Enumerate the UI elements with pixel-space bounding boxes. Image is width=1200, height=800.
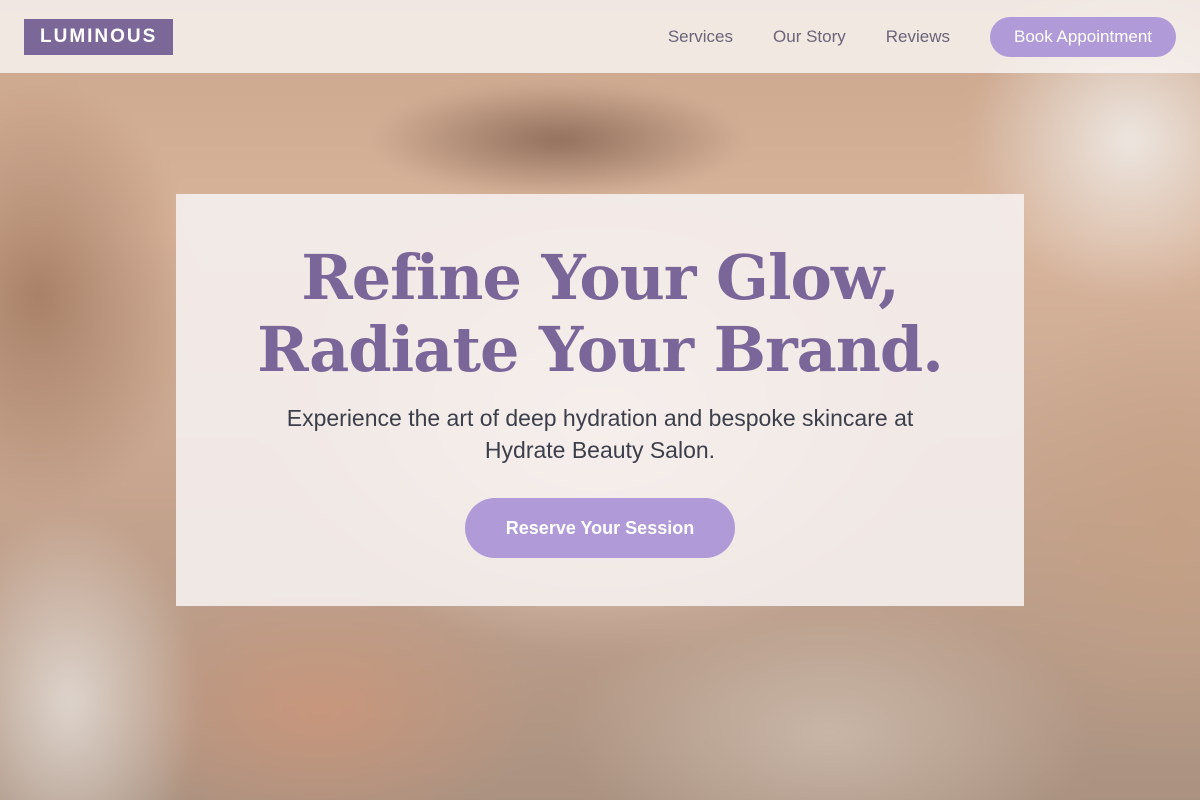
brand-logo[interactable]: LUMINOUS (24, 18, 174, 55)
site-header: LUMINOUS Services Our Story Reviews Book… (0, 0, 1200, 73)
hero-subtitle: Experience the art of deep hydration and… (236, 402, 964, 466)
reserve-session-button[interactable]: Reserve Your Session (465, 498, 735, 558)
hero-title-line-1: Refine Your Glow, (301, 241, 900, 314)
main-nav: Services Our Story Reviews Book Appointm… (668, 16, 1176, 57)
hero-title: Refine Your Glow, Radiate Your Brand. (176, 242, 1024, 386)
hero-subtitle-line-2: Hydrate Beauty Salon. (484, 437, 716, 463)
nav-link-reviews[interactable]: Reviews (886, 27, 950, 47)
hero-subtitle-line-1: Experience the art of deep hydration and… (286, 405, 914, 431)
hero-card: Refine Your Glow, Radiate Your Brand. Ex… (176, 194, 1024, 606)
nav-link-services[interactable]: Services (668, 27, 733, 47)
nav-link-our-story[interactable]: Our Story (773, 27, 846, 47)
hero-title-line-2: Radiate Your Brand. (257, 313, 944, 386)
book-appointment-button[interactable]: Book Appointment (990, 16, 1176, 57)
